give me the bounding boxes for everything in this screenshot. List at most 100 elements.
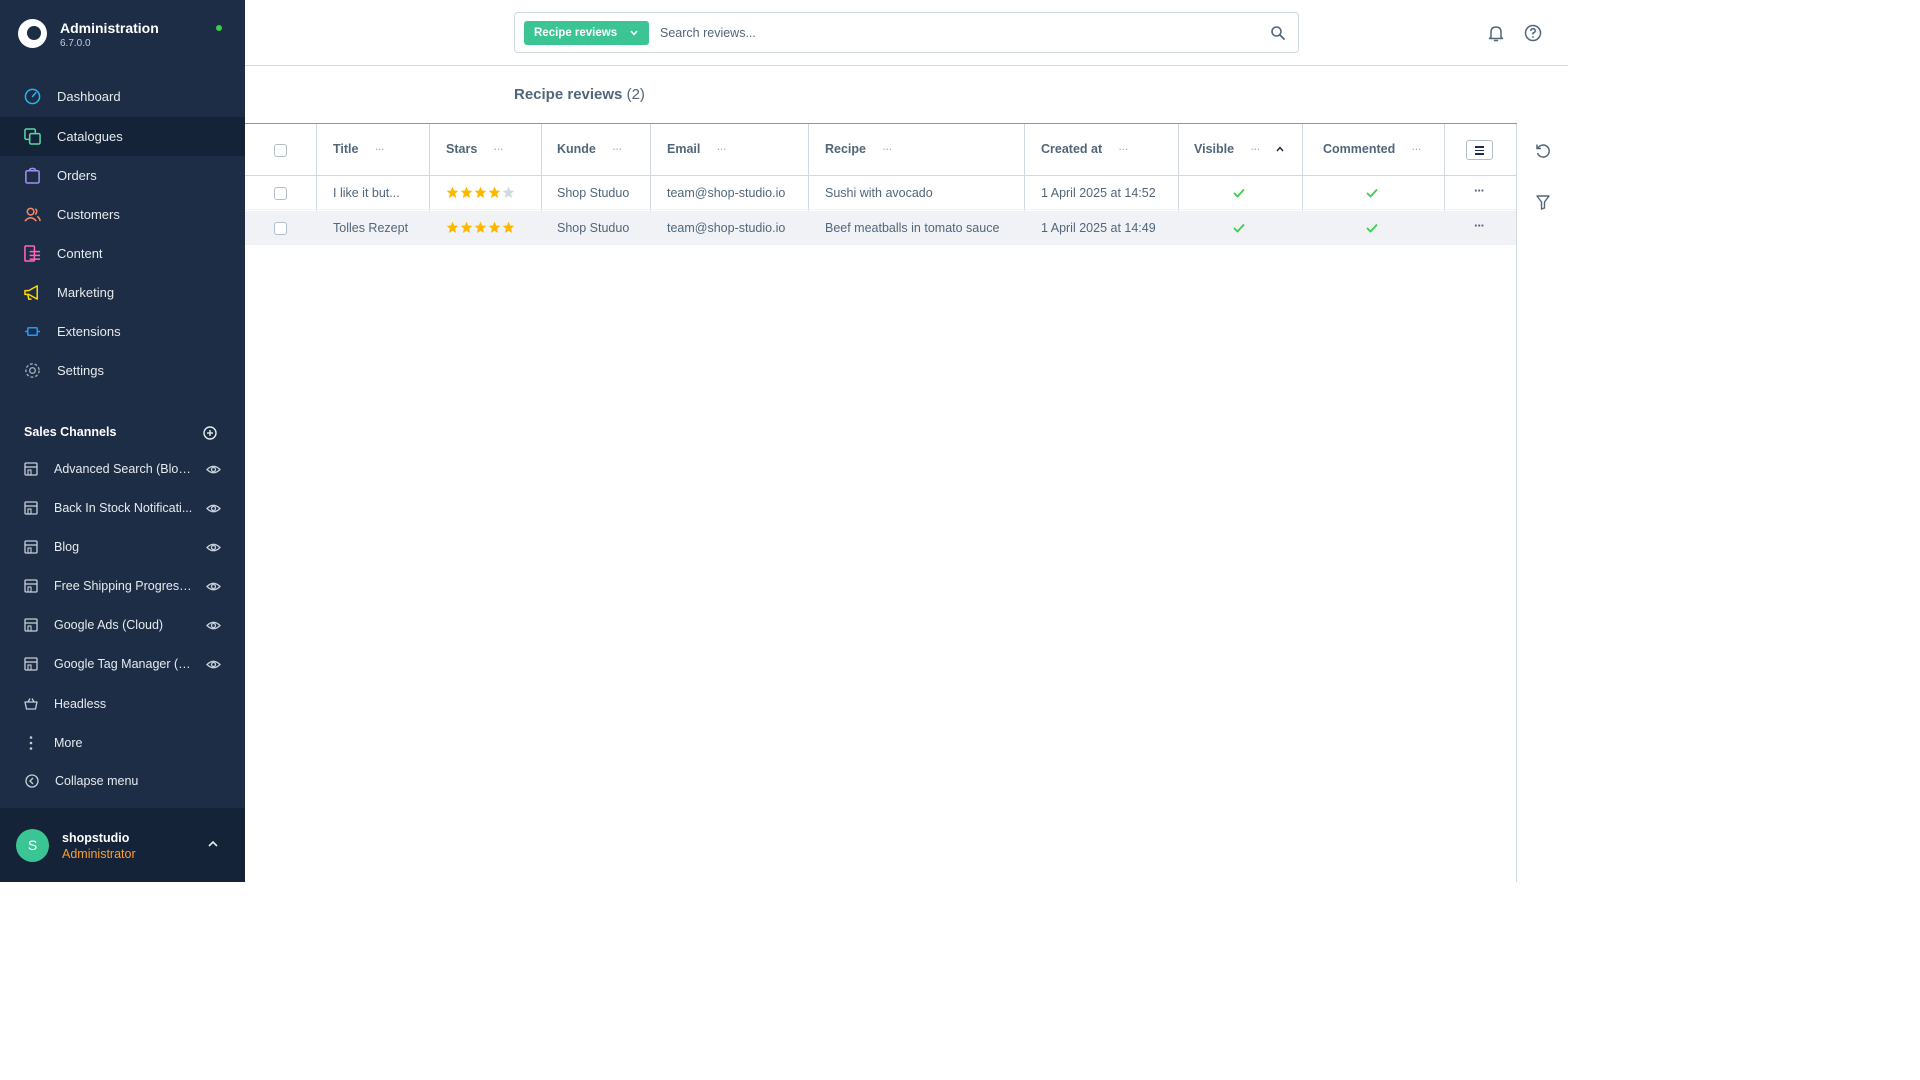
eye-icon[interactable] (206, 542, 221, 553)
nav-item-catalogues[interactable]: Catalogues (0, 117, 245, 156)
nav-item-marketing[interactable]: Marketing (0, 273, 245, 312)
row-checkbox[interactable] (274, 222, 287, 235)
star-icon (488, 221, 501, 234)
column-label: Kunde (557, 142, 596, 156)
cell-created-at: 1 April 2025 at 14:52 (1041, 186, 1156, 200)
nav-label: Catalogues (57, 129, 123, 144)
star-icon (446, 186, 459, 199)
star-icon (474, 221, 487, 234)
nav-label: Settings (57, 363, 104, 378)
bell-icon[interactable] (1487, 24, 1505, 42)
sort-ascending-icon[interactable] (1276, 146, 1284, 152)
column-menu-icon[interactable]: ··· (374, 142, 384, 156)
sales-channel-label: Google Tag Manager (C... (54, 657, 197, 671)
sales-channel-item[interactable]: Google Tag Manager (C... (0, 645, 245, 684)
nav-label: Customers (57, 207, 120, 222)
nav-item-content[interactable]: Content (0, 234, 245, 273)
row-actions-button[interactable]: ··· (1474, 183, 1485, 198)
table-row[interactable]: I like it but... Shop Studuo team@shop-s… (245, 176, 1516, 210)
help-icon[interactable] (1524, 24, 1542, 42)
nav-label: Content (57, 246, 103, 261)
sales-channel-label: Headless (54, 697, 107, 711)
column-header-commented[interactable]: Commented ··· (1323, 142, 1422, 156)
cell-email: team@shop-studio.io (667, 186, 786, 200)
more-item[interactable]: More (0, 724, 245, 763)
more-vertical-icon (29, 736, 33, 750)
basket-icon (24, 698, 38, 710)
sales-channel-label: Blog (54, 540, 80, 554)
sales-channel-item[interactable]: Google Ads (Cloud) (0, 606, 245, 645)
status-dot (216, 25, 222, 31)
star-icon (460, 221, 473, 234)
marketing-icon (24, 285, 38, 300)
column-header-kunde[interactable]: Kunde ··· (557, 142, 622, 156)
catalogues-icon (24, 128, 41, 145)
column-menu-icon[interactable]: ··· (1250, 142, 1260, 156)
nav-item-settings[interactable]: Settings (0, 351, 245, 390)
star-icon (460, 186, 473, 199)
rating-stars (446, 186, 515, 199)
user-menu[interactable]: S shopstudio Administrator (0, 808, 245, 882)
eye-icon[interactable] (206, 659, 221, 670)
column-menu-icon[interactable]: ··· (1118, 142, 1128, 156)
row-actions-button[interactable]: ··· (1474, 218, 1485, 233)
sales-channel-item[interactable]: Advanced Search (Blog ... (0, 450, 245, 489)
row-checkbox[interactable] (274, 187, 287, 200)
column-label: Title (333, 142, 359, 156)
column-header-title[interactable]: Title ··· (333, 142, 385, 156)
column-header-stars[interactable]: Stars ··· (446, 142, 504, 156)
select-all-checkbox[interactable] (274, 144, 287, 157)
page-title-count: (2) (626, 86, 645, 103)
table-row[interactable]: Tolles Rezept Shop Studuo team@shop-stud… (245, 211, 1516, 245)
shopware-logo[interactable] (18, 19, 47, 48)
sales-channel-item[interactable]: Blog (0, 528, 245, 567)
cell-title[interactable]: Tolles Rezept (333, 221, 408, 235)
sales-channel-item[interactable]: Free Shipping Progress ... (0, 567, 245, 606)
eye-icon[interactable] (206, 464, 221, 475)
column-header-recipe[interactable]: Recipe ··· (825, 142, 892, 156)
nav-item-orders[interactable]: Orders (0, 156, 245, 195)
menu-icon-bar (1475, 146, 1484, 148)
column-label: Recipe (825, 142, 866, 156)
nav-item-customers[interactable]: Customers (0, 195, 245, 234)
column-header-visible[interactable]: Visible ··· (1194, 142, 1284, 156)
search-type-dropdown[interactable]: Recipe reviews (524, 21, 650, 45)
cell-title[interactable]: I like it but... (333, 186, 400, 200)
storefront-icon (24, 579, 38, 593)
refresh-icon[interactable] (1535, 143, 1551, 159)
collapse-menu-button[interactable]: Collapse menu (0, 762, 245, 801)
column-menu-icon[interactable]: ··· (716, 142, 726, 156)
search-input[interactable] (660, 23, 1250, 43)
search-icon[interactable] (1271, 26, 1285, 40)
star-icon (488, 186, 501, 199)
column-header-email[interactable]: Email ··· (667, 142, 727, 156)
nav-item-dashboard[interactable]: Dashboard (0, 77, 245, 116)
sales-channels-heading: Sales Channels (24, 425, 117, 439)
page-title-text: Recipe reviews (514, 86, 623, 103)
column-menu-icon[interactable]: ··· (1411, 142, 1421, 156)
nav-item-extensions[interactable]: Extensions (0, 312, 245, 351)
top-bar: Recipe reviews (245, 0, 1568, 66)
nav-label: Dashboard (57, 89, 121, 104)
eye-icon[interactable] (206, 620, 221, 631)
extensions-icon (24, 326, 41, 337)
column-header-created-at[interactable]: Created at ··· (1041, 142, 1129, 156)
visible-check-icon (1233, 223, 1245, 233)
column-menu-icon[interactable]: ··· (493, 142, 503, 156)
brand-header: Administration 6.7.0.0 (0, 0, 245, 70)
eye-icon[interactable] (206, 581, 221, 592)
column-settings-button[interactable] (1466, 140, 1493, 160)
column-menu-icon[interactable]: ··· (882, 142, 892, 156)
eye-icon[interactable] (206, 503, 221, 514)
filter-icon[interactable] (1536, 195, 1550, 210)
sales-channel-label: Advanced Search (Blog ... (54, 462, 197, 476)
cell-recipe: Sushi with avocado (825, 186, 933, 200)
sales-channel-item[interactable]: Headless (0, 685, 245, 724)
sales-channel-item[interactable]: Back In Stock Notificati... (0, 489, 245, 528)
collapse-label: Collapse menu (55, 774, 139, 788)
sales-channel-label: Google Ads (Cloud) (54, 618, 164, 632)
add-sales-channel-icon[interactable] (203, 426, 217, 440)
storefront-icon (24, 462, 38, 476)
column-menu-icon[interactable]: ··· (612, 142, 622, 156)
star-icon (474, 186, 487, 199)
